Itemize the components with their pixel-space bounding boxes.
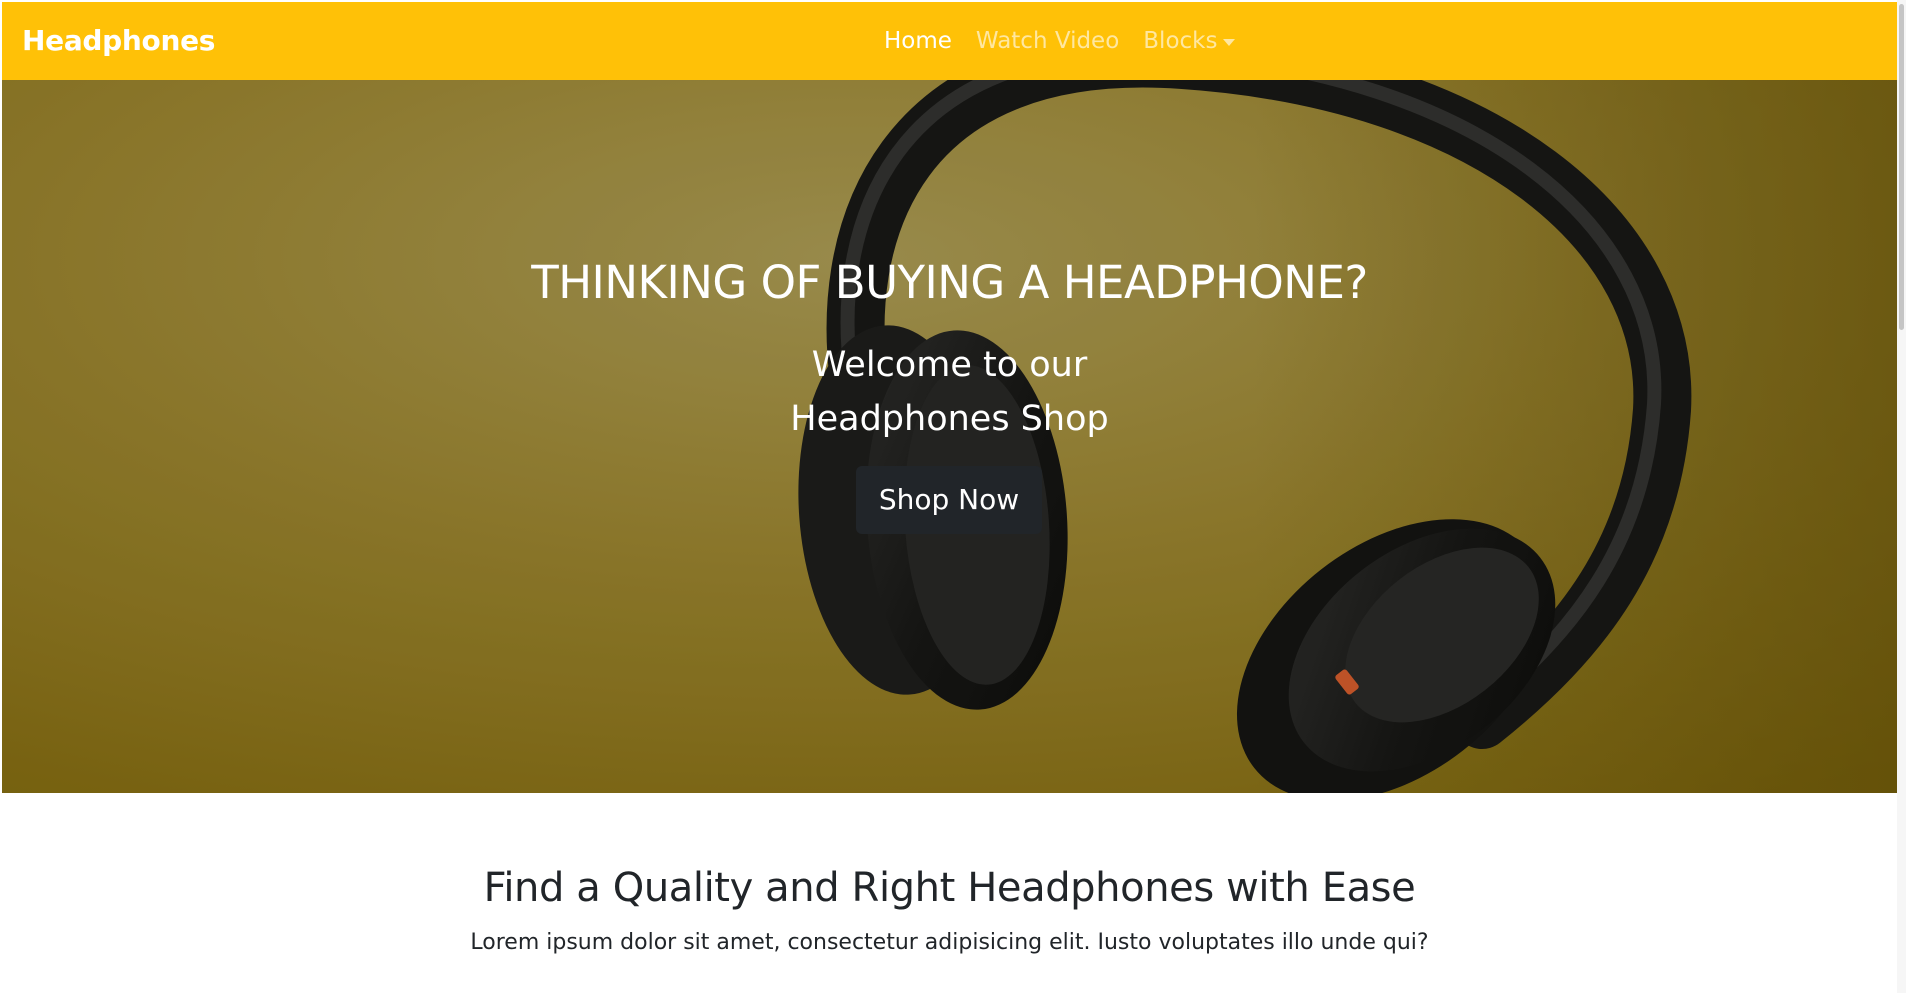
shop-now-button[interactable]: Shop Now xyxy=(856,466,1042,534)
scrollbar-thumb[interactable] xyxy=(1899,4,1904,330)
hero-subtitle: Welcome to our Headphones Shop xyxy=(2,338,1897,446)
section-text: Lorem ipsum dolor sit amet, consectetur … xyxy=(470,930,1429,955)
features-section: Find a Quality and Right Headphones with… xyxy=(2,793,1897,993)
navbar: Headphones Home Watch Video Blocks xyxy=(2,2,1897,80)
scrollbar[interactable] xyxy=(1897,0,1906,993)
page: Headphones Home Watch Video Blocks THINK… xyxy=(0,0,1906,993)
hero-title: THINKING OF BUYING A HEADPHONE? xyxy=(531,256,1368,309)
hero-content: THINKING OF BUYING A HEADPHONE? Welcome … xyxy=(2,80,1897,793)
nav-link-home[interactable]: Home xyxy=(884,28,952,54)
section-title: Find a Quality and Right Headphones with… xyxy=(483,865,1416,911)
nav-link-blocks[interactable]: Blocks xyxy=(1143,28,1236,54)
hero-subtitle-line1: Welcome to our xyxy=(811,345,1088,385)
nav-link-watch-video[interactable]: Watch Video xyxy=(976,28,1119,54)
nav-links: Home Watch Video Blocks xyxy=(884,2,1236,80)
nav-link-blocks-label: Blocks xyxy=(1143,28,1218,54)
hero-subtitle-line2: Headphones Shop xyxy=(790,399,1109,439)
hero-banner: THINKING OF BUYING A HEADPHONE? Welcome … xyxy=(2,80,1897,793)
brand-logo[interactable]: Headphones xyxy=(22,2,215,80)
chevron-down-icon xyxy=(1223,38,1236,46)
